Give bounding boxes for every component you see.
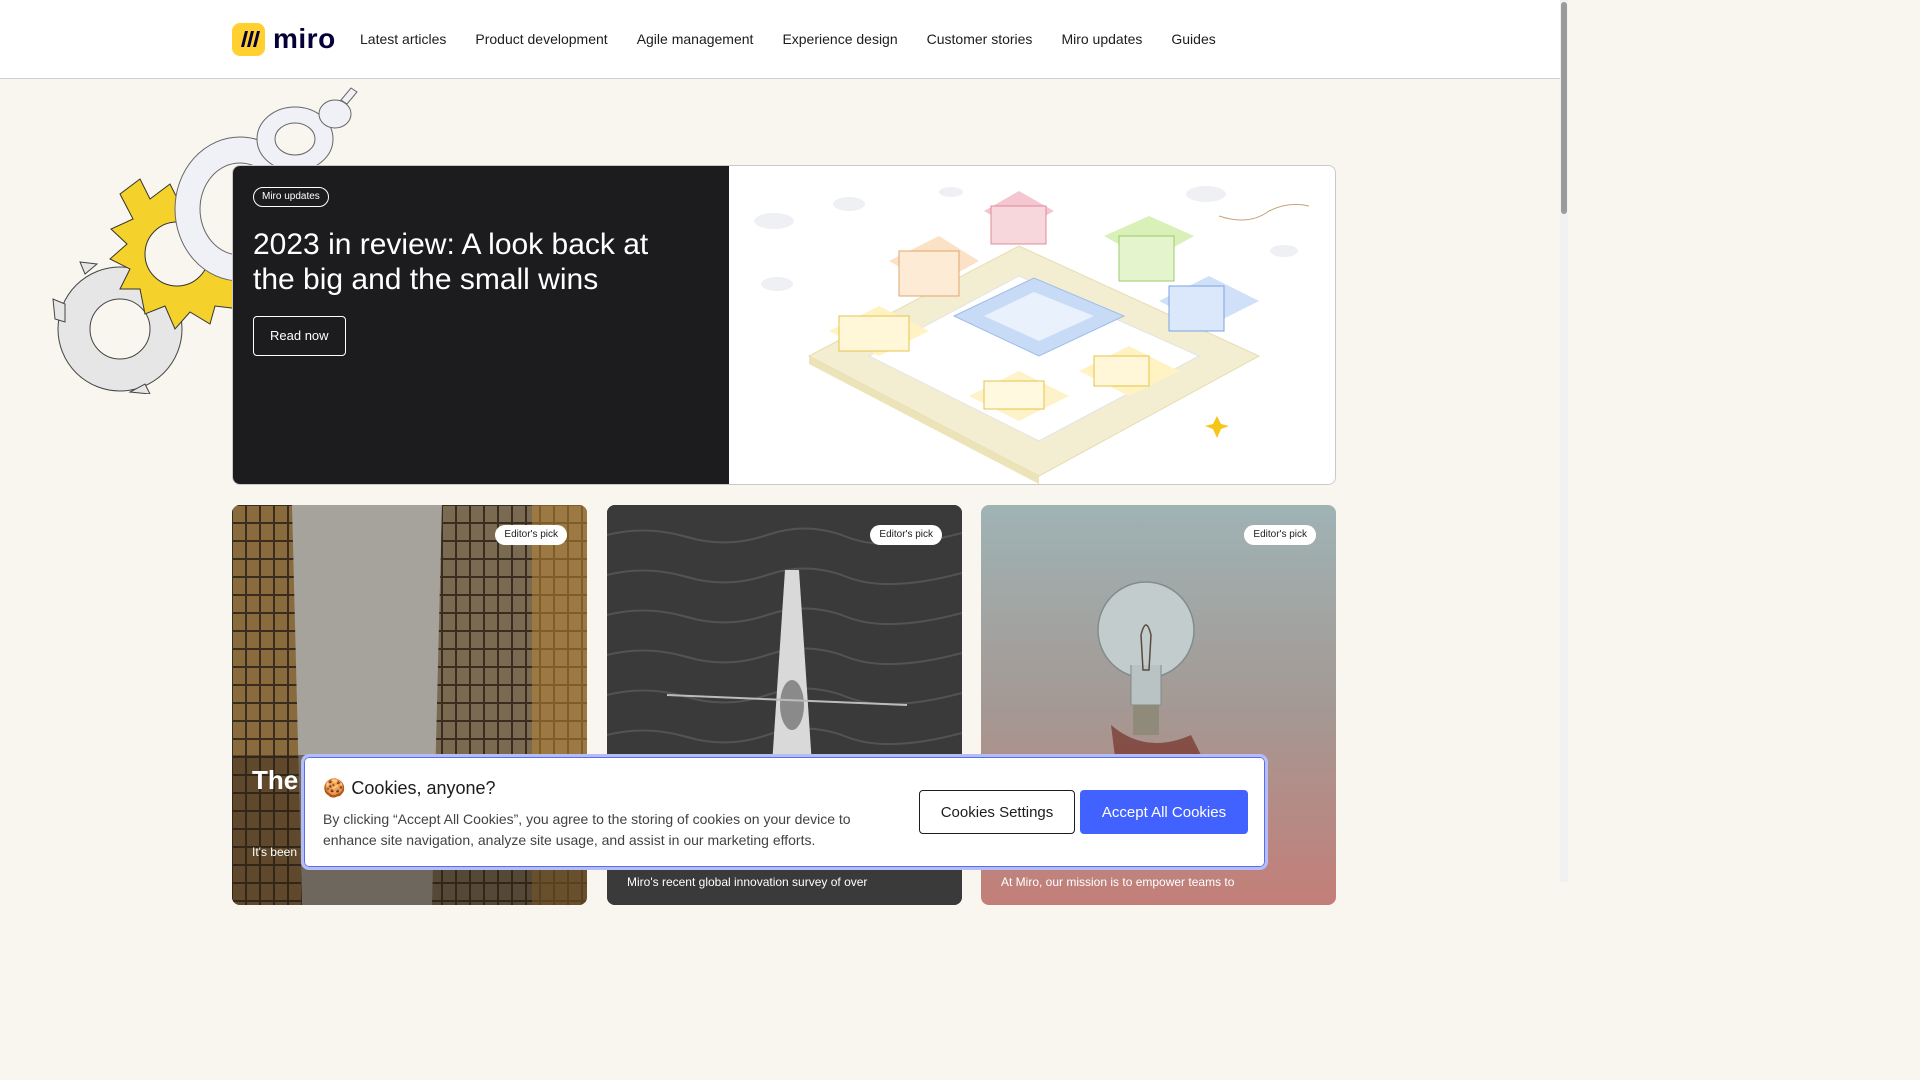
editors-pick-badge: Editor's pick [870, 525, 942, 545]
cookie-banner-title: 🍪 Cookies, anyone? [323, 778, 496, 799]
category-badge[interactable]: Miro updates [253, 187, 329, 207]
nav-miro-updates[interactable]: Miro updates [1061, 28, 1142, 50]
miro-logo-icon [232, 22, 265, 56]
featured-article-image[interactable] [729, 166, 1335, 484]
featured-article[interactable]: Miro updates 2023 in review: A look back… [232, 165, 1336, 485]
editors-pick-badge: Editor's pick [1244, 525, 1316, 545]
featured-article-title[interactable]: 2023 in review: A look back at the big a… [253, 227, 683, 297]
scrollbar-thumb[interactable] [1561, 2, 1567, 214]
article-card-excerpt: Miro's recent global innovation survey o… [627, 875, 868, 889]
nav-experience-design[interactable]: Experience design [782, 28, 897, 50]
cookie-banner-text: By clicking “Accept All Cookies”, you ag… [323, 811, 851, 848]
isometric-city-illustration [754, 186, 1310, 484]
nav-agile-management[interactable]: Agile management [637, 28, 754, 50]
nav-customer-stories[interactable]: Customer stories [927, 28, 1033, 50]
cookie-banner: 🍪 Cookies, anyone? By clicking “Accept A… [301, 754, 1268, 870]
nav-product-development[interactable]: Product development [475, 28, 607, 50]
cookie-icon: 🍪 [323, 778, 346, 798]
page-scrollbar[interactable] [1560, 0, 1568, 882]
logo-wordmark: miro [273, 23, 336, 54]
main-nav: Latest articles Product development Agil… [360, 28, 1245, 50]
article-card-excerpt: At Miro, our mission is to empower teams… [1001, 875, 1235, 889]
site-header: miro Latest articles Product development… [0, 0, 1568, 79]
nav-guides[interactable]: Guides [1171, 28, 1215, 50]
cookies-settings-button[interactable]: Cookies Settings [919, 790, 1075, 834]
miro-logo[interactable]: miro [232, 22, 336, 56]
editors-pick-badge: Editor's pick [495, 525, 567, 545]
nav-latest-articles[interactable]: Latest articles [360, 28, 446, 50]
read-now-button[interactable]: Read now [253, 316, 346, 356]
cookie-title-text: Cookies, anyone? [351, 778, 496, 798]
accept-all-cookies-button[interactable]: Accept All Cookies [1080, 790, 1248, 834]
featured-article-panel: Miro updates 2023 in review: A look back… [233, 166, 729, 484]
